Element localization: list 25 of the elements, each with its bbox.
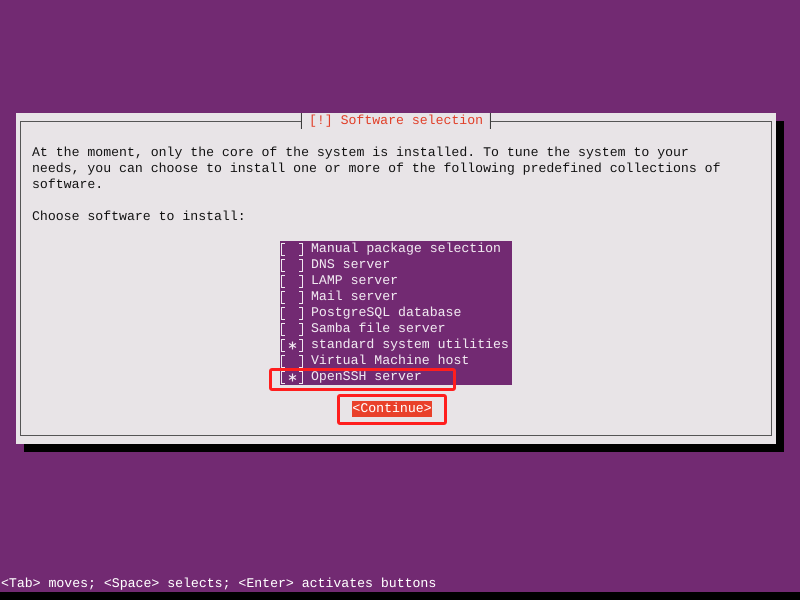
continue-button[interactable]: <Continue> bbox=[352, 401, 432, 417]
option-label[interactable]: PostgreSQL database bbox=[311, 305, 462, 321]
option-label[interactable]: Virtual Machine host bbox=[311, 353, 470, 369]
checkbox[interactable] bbox=[281, 274, 303, 288]
option-label[interactable]: OpenSSH server bbox=[311, 369, 422, 385]
asterisk-icon bbox=[288, 340, 296, 350]
checkbox[interactable] bbox=[281, 306, 303, 320]
checkbox[interactable] bbox=[281, 370, 303, 384]
option-label[interactable]: standard system utilities bbox=[311, 337, 509, 353]
dialog-title: [!] Software selection bbox=[300, 113, 492, 129]
checkbox[interactable] bbox=[281, 242, 303, 256]
option-label[interactable]: Samba file server bbox=[311, 321, 446, 337]
asterisk-icon bbox=[288, 372, 296, 382]
description-text: At the moment, only the core of the system is installed. To tune the system to your needs, you can choose to install one or more of the following predefined collections of software. bbox=[32, 145, 722, 193]
status-bar-text: <Tab> moves; <Space> selects; <Enter> activates buttons bbox=[0, 576, 438, 592]
checkbox[interactable] bbox=[281, 290, 303, 304]
option-label[interactable]: Mail server bbox=[311, 289, 398, 305]
checkbox[interactable] bbox=[281, 258, 303, 272]
option-label[interactable]: Manual package selection bbox=[311, 241, 501, 257]
option-label[interactable]: LAMP server bbox=[311, 273, 398, 289]
prompt-text: Choose software to install: bbox=[32, 209, 247, 225]
checkbox[interactable] bbox=[281, 354, 303, 368]
option-label[interactable]: DNS server bbox=[311, 257, 390, 273]
checkbox[interactable] bbox=[281, 338, 303, 352]
checkbox[interactable] bbox=[281, 322, 303, 336]
